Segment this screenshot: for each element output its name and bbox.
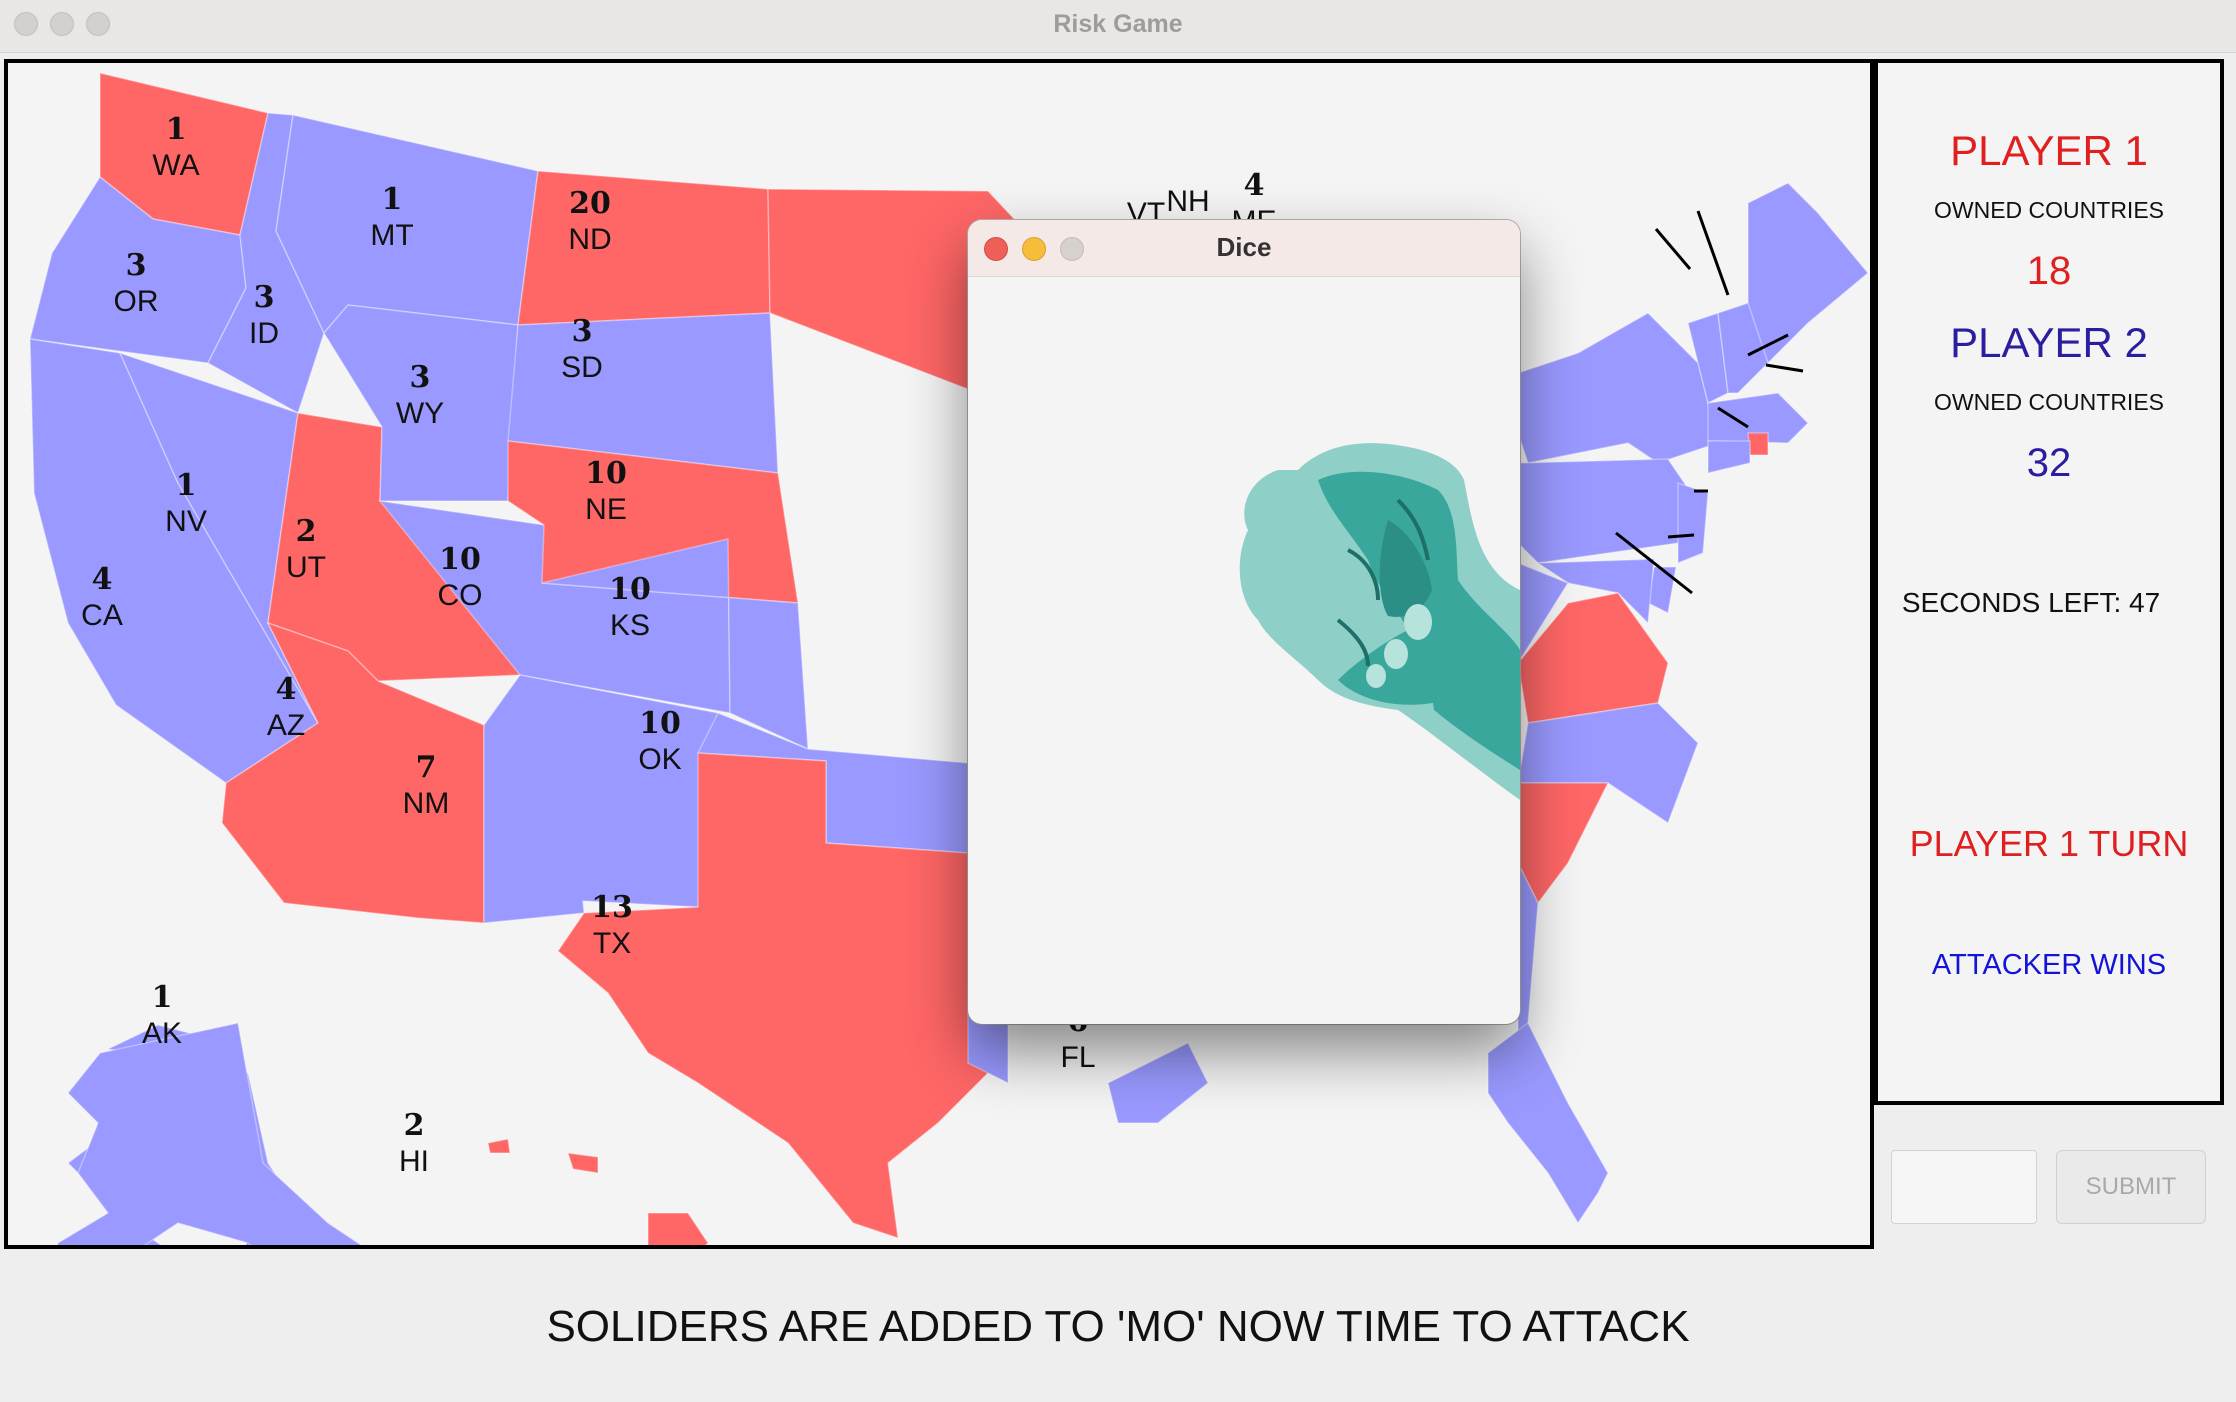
state-nj[interactable] (1677, 481, 1709, 565)
state-sc[interactable] (1517, 782, 1610, 905)
label-az: 4 AZ (266, 672, 306, 742)
battle-result: ATTACKER WINS (1931, 949, 2167, 981)
label-ut: 2 UT (286, 514, 326, 584)
window-titlebar: Risk Game (0, 0, 2236, 53)
state-ri[interactable] (1747, 432, 1769, 456)
dice-window[interactable]: Dice (968, 220, 1520, 1024)
turn-indicator: PLAYER 1 TURN (1909, 823, 2189, 864)
label-nh-abbr: NH (1166, 185, 1210, 218)
seconds-left: SECONDS LEFT: 47 (1901, 587, 2161, 618)
state-fl[interactable] (1487, 1021, 1609, 1225)
player1-owned-count: 18 (2026, 249, 2072, 293)
player-info-panel: PLAYER 1 OWNED COUNTRIES 18 PLAYER 2 OWN… (1874, 59, 2224, 1105)
submit-button[interactable]: SUBMIT (2056, 1150, 2206, 1224)
label-ne: 10 NE (585, 456, 627, 526)
label-sd: 3 SD (561, 314, 603, 384)
label-mt: 1 MT (370, 182, 414, 252)
player2-owned-count: 32 (2026, 441, 2072, 485)
state-mo[interactable] (1107, 1041, 1209, 1124)
state-me[interactable] (1747, 182, 1870, 365)
label-hi: 2 HI (399, 1108, 429, 1178)
state-pa[interactable] (1517, 458, 1699, 564)
dice-title: Dice (1216, 232, 1272, 262)
soldier-input[interactable] (1891, 1150, 2037, 1224)
label-wa: 1 WA (152, 112, 200, 182)
label-wy: 3 WY (395, 360, 445, 430)
label-ks: 10 KS (609, 572, 651, 642)
state-ny[interactable] (1517, 312, 1719, 464)
label-ak: 1 AK (141, 980, 183, 1050)
label-nd: 20 ND (568, 186, 612, 256)
player2-owned-label: OWNED COUNTRIES (1934, 389, 2164, 415)
status-message: SOLIDERS ARE ADDED TO 'MO' NOW TIME TO A… (546, 1302, 1690, 1351)
state-ct[interactable] (1707, 440, 1751, 474)
state-nd[interactable] (517, 170, 771, 326)
window-title: Risk Game (1053, 10, 1183, 38)
label-co: 10 CO (437, 542, 483, 612)
player1-owned-label: OWNED COUNTRIES (1934, 197, 2164, 223)
player2-name: PLAYER 2 (1950, 319, 2148, 366)
label-nm: 7 NM (402, 750, 450, 820)
label-tx: 13 TX (591, 890, 633, 960)
us-map: 1 WA 3 OR 3 ID 1 MT 20 ND 3 SD 3 WY 1 NV 10 NE 2U… (4, 59, 1874, 1249)
state-ak-main[interactable] (48, 1022, 403, 1245)
dice-titlebar: Dice (968, 220, 1520, 277)
fist-icon (1239, 443, 1520, 800)
player1-name: PLAYER 1 (1950, 127, 2148, 174)
label-nv: 1 NV (165, 468, 207, 538)
state-hi[interactable] (487, 1138, 709, 1245)
state-nm[interactable] (483, 674, 719, 924)
label-ca: 4 CA (81, 562, 123, 632)
label-or: 3 OR (113, 248, 159, 318)
map-canvas (29, 72, 1870, 1245)
label-id: 3 ID (249, 280, 279, 350)
label-ok: 10 OK (638, 706, 682, 776)
